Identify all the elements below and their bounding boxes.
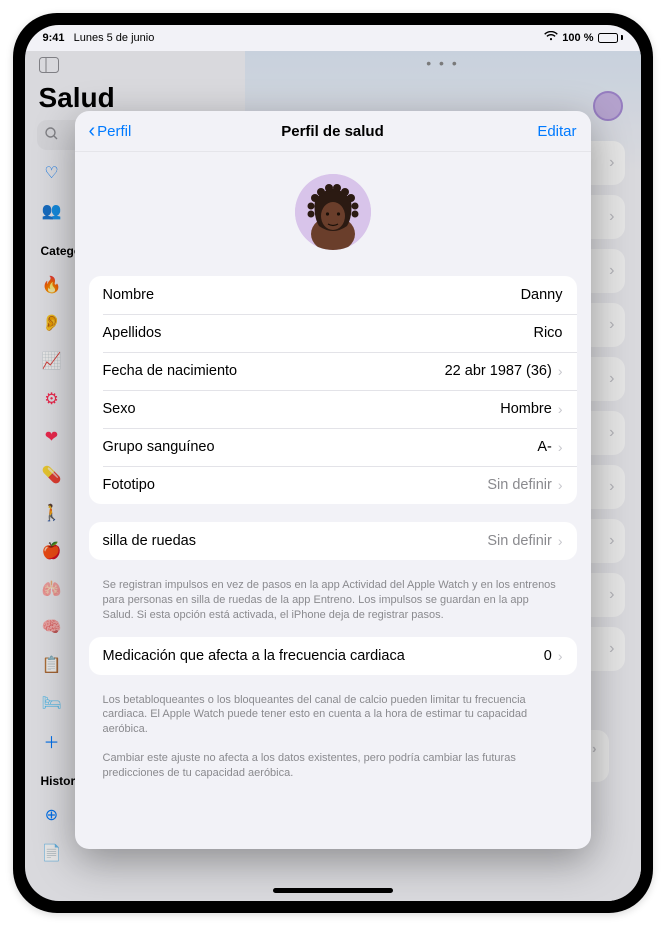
health-profile-modal: ‹ Perfil Perfil de salud Editar — [75, 111, 591, 849]
wheelchair-group: silla de ruedas Sin definir › — [89, 522, 577, 560]
modal-header: ‹ Perfil Perfil de salud Editar — [75, 111, 591, 152]
phototype-row[interactable]: Fototipo Sin definir › — [89, 466, 577, 504]
blood-row[interactable]: Grupo sanguíneo A- › — [89, 428, 577, 466]
chevron-right-icon: › — [558, 648, 563, 664]
chevron-right-icon: › — [558, 477, 563, 493]
chevron-right-icon: › — [558, 363, 563, 379]
blood-value: A- — [537, 439, 552, 455]
chevron-left-icon: ‹ — [89, 121, 96, 141]
phototype-label: Fototipo — [103, 477, 155, 493]
blood-label: Grupo sanguíneo — [103, 439, 215, 455]
surname-row: Apellidos Rico — [89, 314, 577, 352]
medication-value: 0 — [544, 648, 552, 664]
medication-label: Medicación que afecta a la frecuencia ca… — [103, 648, 405, 664]
surname-value: Rico — [533, 325, 562, 341]
back-button[interactable]: ‹ Perfil — [89, 121, 132, 141]
modal-body: Nombre Danny Apellidos Rico Fecha de nac… — [75, 152, 591, 849]
medication-group: Medicación que afecta a la frecuencia ca… — [89, 637, 577, 675]
dob-value: 22 abr 1987 (36) — [445, 363, 552, 379]
name-row: Nombre Danny — [89, 276, 577, 314]
chevron-right-icon: › — [558, 439, 563, 455]
medication-footer-2: Cambiar este ajuste no afecta a los dato… — [75, 751, 591, 795]
profile-avatar[interactable] — [295, 174, 371, 250]
avatar-container — [75, 152, 591, 276]
ipad-frame: 9:41 Lunes 5 de junio 100 % — [13, 13, 653, 913]
dob-row[interactable]: Fecha de nacimiento 22 abr 1987 (36) › — [89, 352, 577, 390]
modal-title: Perfil de salud — [75, 123, 591, 140]
chevron-right-icon: › — [558, 401, 563, 417]
phototype-value: Sin definir — [487, 477, 551, 493]
wheelchair-footer: Se registran impulsos en vez de pasos en… — [75, 578, 591, 637]
dob-label: Fecha de nacimiento — [103, 363, 238, 379]
sex-label: Sexo — [103, 401, 136, 417]
sex-row[interactable]: Sexo Hombre › — [89, 390, 577, 428]
sex-value: Hombre — [500, 401, 552, 417]
name-label: Nombre — [103, 287, 155, 303]
wheelchair-row[interactable]: silla de ruedas Sin definir › — [89, 522, 577, 560]
name-value: Danny — [521, 287, 563, 303]
wheelchair-label: silla de ruedas — [103, 533, 197, 549]
screen: 9:41 Lunes 5 de junio 100 % — [25, 25, 641, 901]
edit-button[interactable]: Editar — [537, 123, 576, 140]
home-indicator[interactable] — [273, 888, 393, 893]
wheelchair-value: Sin definir — [487, 533, 551, 549]
personal-info-group: Nombre Danny Apellidos Rico Fecha de nac… — [89, 276, 577, 504]
medication-footer-1: Los betabloqueantes o los bloqueantes de… — [75, 693, 591, 752]
medication-row[interactable]: Medicación que afecta a la frecuencia ca… — [89, 637, 577, 675]
surname-label: Apellidos — [103, 325, 162, 341]
chevron-right-icon: › — [558, 533, 563, 549]
back-label: Perfil — [97, 123, 131, 140]
